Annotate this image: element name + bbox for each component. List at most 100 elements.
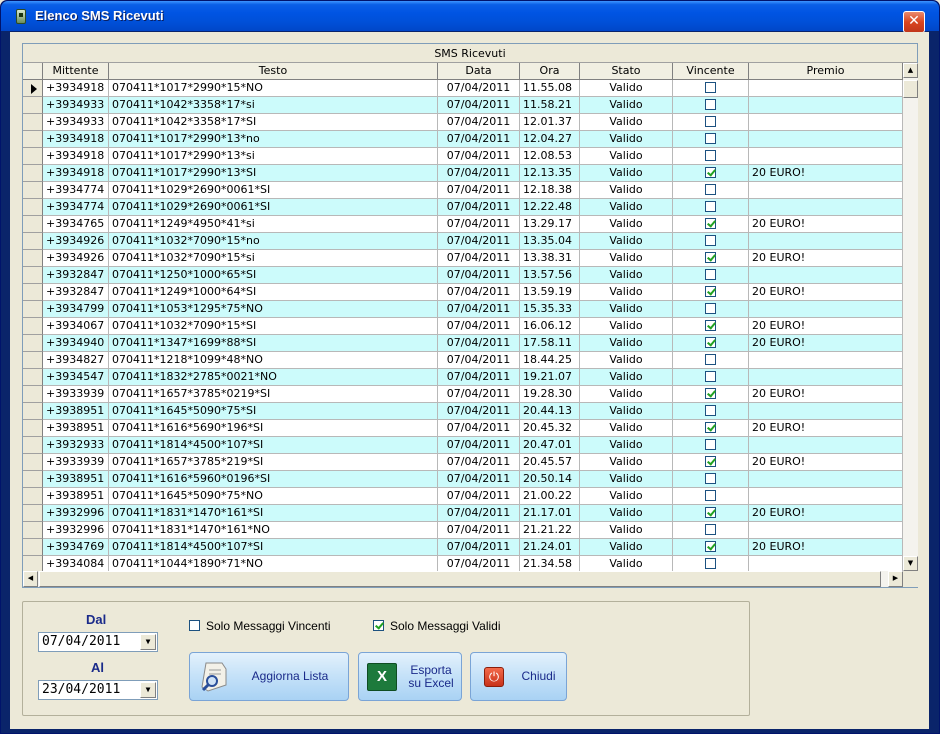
- chevron-down-icon[interactable]: ▼: [140, 682, 156, 698]
- vincente-checkbox-icon[interactable]: [705, 438, 716, 450]
- vincente-checkbox-icon[interactable]: [705, 251, 716, 263]
- row-selector[interactable]: [23, 403, 43, 420]
- vincente-checkbox-icon[interactable]: [705, 506, 716, 518]
- title-bar[interactable]: Elenco SMS Ricevuti ✕: [1, 1, 939, 33]
- horizontal-scroll-thumb[interactable]: [39, 571, 881, 587]
- column-header-vincente[interactable]: Vincente: [673, 63, 749, 80]
- cell-vincente[interactable]: [673, 522, 749, 539]
- scroll-right-icon[interactable]: ▶: [888, 571, 903, 587]
- row-selector[interactable]: [23, 80, 43, 97]
- table-row[interactable]: +3938951 070411*1616*5960*0196*SI 07/04/20…: [23, 471, 903, 488]
- table-row[interactable]: +3938951 070411*1645*5090*75*NO 07/04/2011…: [23, 488, 903, 505]
- cell-vincente[interactable]: [673, 165, 749, 182]
- row-selector[interactable]: [23, 369, 43, 386]
- cell-vincente[interactable]: [673, 420, 749, 437]
- vincente-checkbox-icon[interactable]: [705, 81, 716, 93]
- vincente-checkbox-icon[interactable]: [705, 540, 716, 552]
- row-selector[interactable]: [23, 471, 43, 488]
- table-row[interactable]: +3934918 070411*1017*2990*15*NO 07/04/2011…: [23, 80, 903, 97]
- row-selector[interactable]: [23, 522, 43, 539]
- cell-vincente[interactable]: [673, 250, 749, 267]
- dal-date-picker[interactable]: 07/04/2011 ▼: [38, 632, 158, 652]
- cell-vincente[interactable]: [673, 437, 749, 454]
- scroll-up-icon[interactable]: ▲: [903, 63, 918, 78]
- cell-vincente[interactable]: [673, 454, 749, 471]
- table-row[interactable]: +3934926 070411*1032*7090*15*no 07/04/2011…: [23, 233, 903, 250]
- row-selector[interactable]: [23, 420, 43, 437]
- cell-vincente[interactable]: [673, 471, 749, 488]
- table-row[interactable]: +3934918 070411*1017*2990*13*si 07/04/2011…: [23, 148, 903, 165]
- row-selector[interactable]: [23, 148, 43, 165]
- row-selector[interactable]: [23, 182, 43, 199]
- cell-vincente[interactable]: [673, 488, 749, 505]
- vincente-checkbox-icon[interactable]: [705, 98, 716, 110]
- column-header-data[interactable]: Data: [438, 63, 520, 80]
- vincente-checkbox-icon[interactable]: [705, 149, 716, 161]
- row-selector[interactable]: [23, 556, 43, 571]
- row-selector[interactable]: [23, 437, 43, 454]
- cell-vincente[interactable]: [673, 556, 749, 571]
- vincente-checkbox-icon[interactable]: [705, 404, 716, 416]
- row-selector[interactable]: [23, 250, 43, 267]
- cell-vincente[interactable]: [673, 267, 749, 284]
- vincente-checkbox-icon[interactable]: [705, 302, 716, 314]
- cell-vincente[interactable]: [673, 539, 749, 556]
- row-selector[interactable]: [23, 488, 43, 505]
- cell-vincente[interactable]: [673, 301, 749, 318]
- vincente-checkbox-icon[interactable]: [705, 455, 716, 467]
- vincente-checkbox-icon[interactable]: [705, 200, 716, 212]
- cell-vincente[interactable]: [673, 369, 749, 386]
- cell-vincente[interactable]: [673, 97, 749, 114]
- esporta-excel-button[interactable]: X Esporta su Excel: [358, 652, 462, 701]
- cell-vincente[interactable]: [673, 199, 749, 216]
- cell-vincente[interactable]: [673, 403, 749, 420]
- row-selector[interactable]: [23, 97, 43, 114]
- al-date-picker[interactable]: 23/04/2011 ▼: [38, 680, 158, 700]
- column-header-premio[interactable]: Premio: [749, 63, 903, 80]
- vincente-checkbox-icon[interactable]: [705, 489, 716, 501]
- cell-vincente[interactable]: [673, 318, 749, 335]
- column-header-stato[interactable]: Stato: [580, 63, 673, 80]
- row-selector[interactable]: [23, 199, 43, 216]
- vincente-checkbox-icon[interactable]: [705, 132, 716, 144]
- vincente-checkbox-icon[interactable]: [705, 234, 716, 246]
- scroll-left-icon[interactable]: ◀: [23, 571, 38, 587]
- table-row[interactable]: +3933939 070411*1657*3785*0219*SI 07/04/20…: [23, 386, 903, 403]
- chevron-down-icon[interactable]: ▼: [140, 634, 156, 650]
- vincente-checkbox-icon[interactable]: [705, 557, 716, 569]
- cell-vincente[interactable]: [673, 335, 749, 352]
- row-selector[interactable]: [23, 505, 43, 522]
- vincente-checkbox-icon[interactable]: [705, 370, 716, 382]
- vincente-checkbox-icon[interactable]: [705, 217, 716, 229]
- close-window-button[interactable]: ✕: [903, 11, 925, 33]
- aggiorna-lista-button[interactable]: Aggiorna Lista: [189, 652, 349, 701]
- table-row[interactable]: +3934774 070411*1029*2690*0061*SI 07/04/20…: [23, 199, 903, 216]
- table-row[interactable]: +3932996 070411*1831*1470*161*SI 07/04/201…: [23, 505, 903, 522]
- table-row[interactable]: +3933939 070411*1657*3785*219*SI 07/04/201…: [23, 454, 903, 471]
- table-row[interactable]: +3932933 070411*1814*4500*107*SI 07/04/201…: [23, 437, 903, 454]
- table-row[interactable]: +3934933 070411*1042*3358*17*si 07/04/2011…: [23, 97, 903, 114]
- cell-vincente[interactable]: [673, 386, 749, 403]
- table-row[interactable]: +3934918 070411*1017*2990*13*no 07/04/2011…: [23, 131, 903, 148]
- horizontal-scrollbar[interactable]: ◀ ▶: [23, 571, 903, 587]
- scroll-down-icon[interactable]: ▼: [903, 556, 918, 571]
- vincente-checkbox-icon[interactable]: [705, 285, 716, 297]
- table-row[interactable]: +3938951 070411*1616*5690*196*SI 07/04/201…: [23, 420, 903, 437]
- column-header-mittente[interactable]: Mittente: [43, 63, 109, 80]
- cell-vincente[interactable]: [673, 148, 749, 165]
- cell-vincente[interactable]: [673, 182, 749, 199]
- table-row[interactable]: +3932847 070411*1249*1000*64*SI 07/04/2011…: [23, 284, 903, 301]
- vincente-checkbox-icon[interactable]: [705, 387, 716, 399]
- vincente-checkbox-icon[interactable]: [705, 472, 716, 484]
- table-row[interactable]: +3938951 070411*1645*5090*75*SI 07/04/2011…: [23, 403, 903, 420]
- row-selector[interactable]: [23, 114, 43, 131]
- table-row[interactable]: +3934774 070411*1029*2690*0061*SI 07/04/20…: [23, 182, 903, 199]
- row-selector[interactable]: [23, 301, 43, 318]
- column-header-ora[interactable]: Ora: [520, 63, 580, 80]
- row-selector[interactable]: [23, 267, 43, 284]
- cell-vincente[interactable]: [673, 114, 749, 131]
- vincente-checkbox-icon[interactable]: [705, 319, 716, 331]
- row-selector[interactable]: [23, 165, 43, 182]
- table-row[interactable]: +3934799 070411*1053*1295*75*NO 07/04/2011…: [23, 301, 903, 318]
- vincente-checkbox-icon[interactable]: [705, 166, 716, 178]
